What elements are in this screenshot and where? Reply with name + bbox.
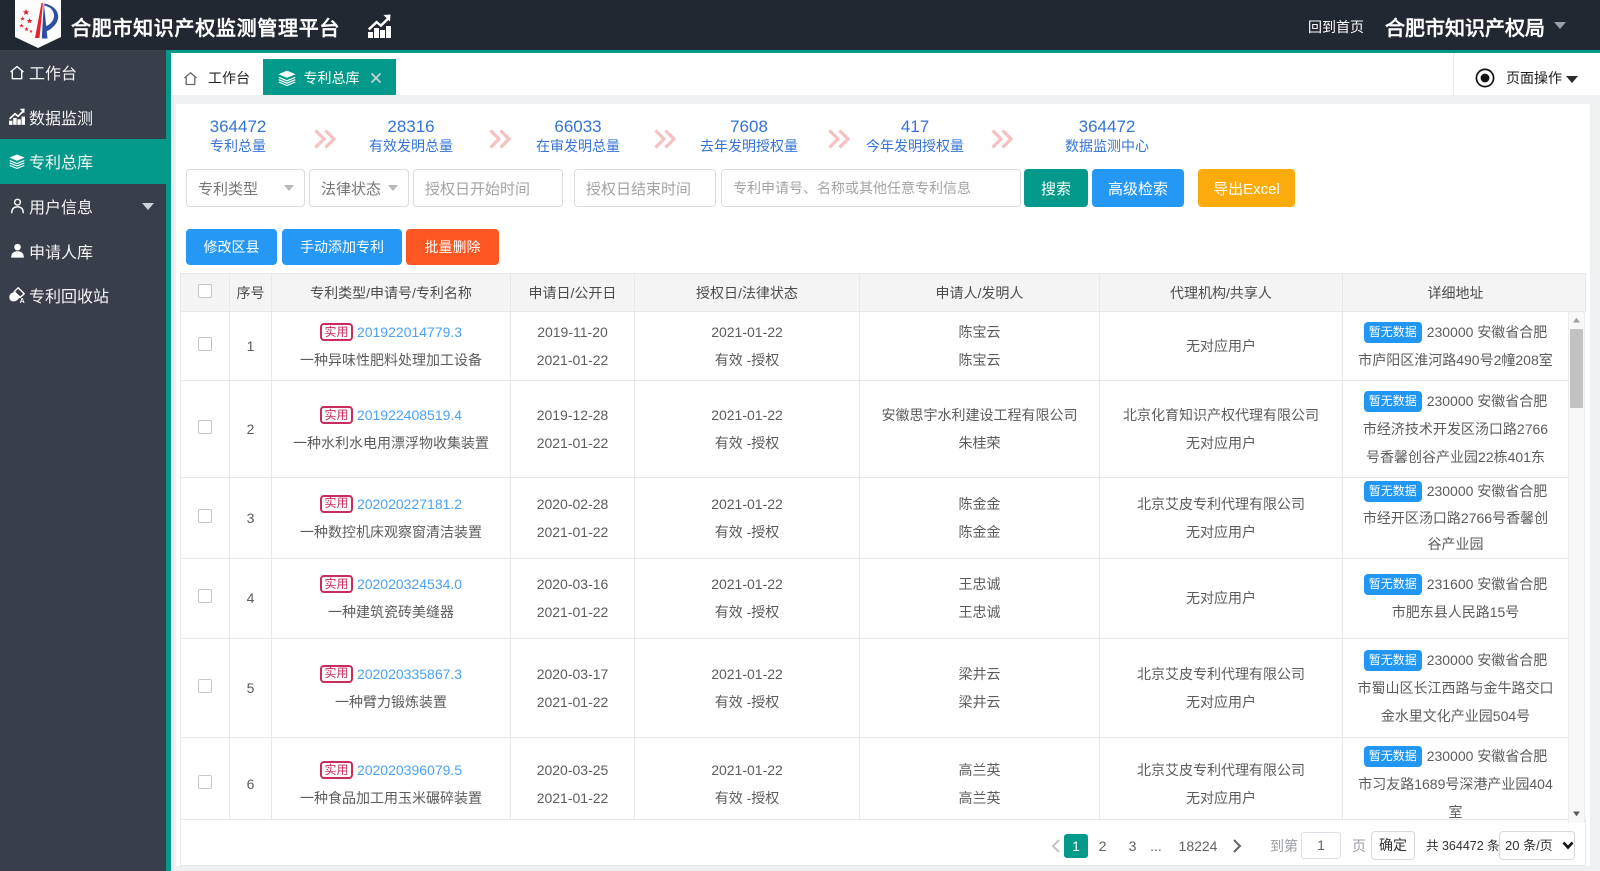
svg-text:A: A [20, 298, 25, 303]
